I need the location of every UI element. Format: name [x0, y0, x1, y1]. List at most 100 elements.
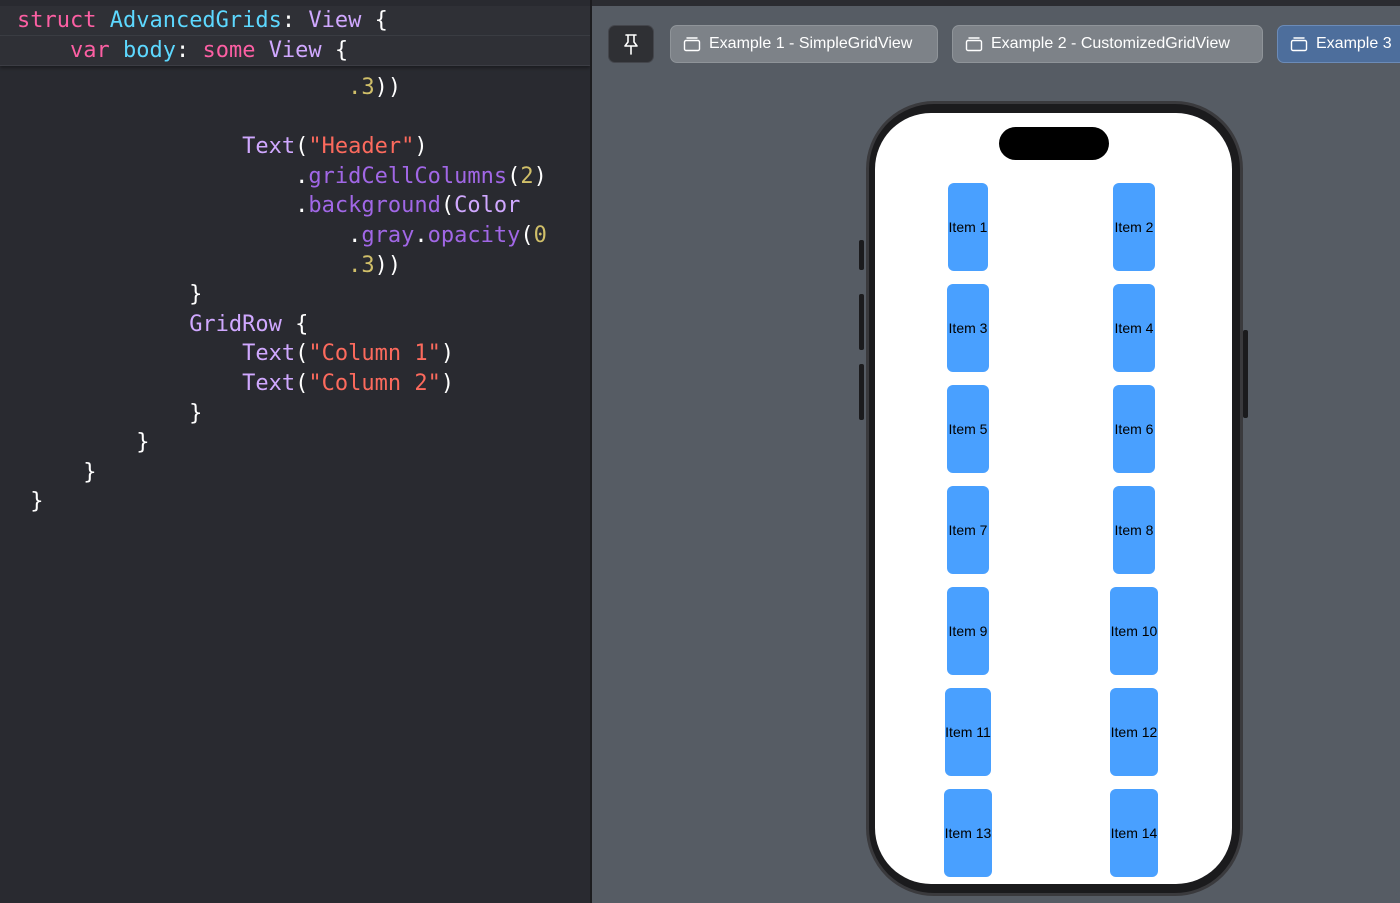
code-token: gridCellColumns: [308, 163, 508, 189]
code-token: 0: [533, 223, 547, 248]
code-token: View: [308, 8, 362, 33]
code-token: (: [507, 163, 521, 189]
grid-item-label: Item 2: [1114, 219, 1154, 235]
tab-example-3[interactable]: Example 3: [1277, 25, 1400, 63]
code-token: Text: [242, 341, 296, 367]
grid-item-label: Item 4: [1114, 320, 1154, 336]
code-token: struct: [17, 8, 110, 33]
code-line[interactable]: }: [17, 458, 96, 488]
code-token: (: [295, 371, 309, 396]
code-token: .: [295, 193, 309, 219]
code-token: "Header": [308, 134, 415, 160]
code-token: View: [268, 38, 322, 63]
code-token: Text: [242, 134, 296, 160]
tab-example-2[interactable]: Example 2 - CustomizedGridView: [952, 25, 1263, 63]
phone-volume-up-button: [859, 294, 864, 350]
code-line[interactable]: .3)): [17, 73, 401, 103]
code-token: (: [520, 223, 534, 248]
phone-screen[interactable]: Item 1 Item 2 Item 3 Item 4 Item 5 Item 6 Item…: [875, 113, 1232, 884]
phone-power-button: [1243, 330, 1248, 418]
code-token: {: [361, 8, 388, 33]
code-line[interactable]: Text("Header"): [17, 132, 428, 162]
code-token: "Column 1": [308, 341, 441, 367]
code-token: :: [175, 38, 203, 63]
code-line[interactable]: .3)): [17, 251, 401, 281]
code-line[interactable]: }: [17, 399, 202, 429]
canvas-top-bar: [592, 0, 1400, 6]
grid-item-label: Item 5: [948, 421, 988, 437]
dynamic-island: [999, 127, 1109, 160]
grid-item-label: Item 11: [945, 724, 991, 740]
sticky-header-body[interactable]: var body: some View {: [0, 36, 590, 66]
code-token: gray: [361, 223, 415, 248]
code-line[interactable]: struct AdvancedGrids: View {: [17, 6, 388, 36]
code-token: ): [440, 371, 455, 396]
grid-item: Item 12: [1110, 688, 1158, 776]
code-token: :: [281, 8, 309, 33]
grid-item: Item 8: [1113, 486, 1155, 574]
code-token: )): [374, 252, 402, 278]
code-token: .3: [348, 75, 375, 100]
code-line[interactable]: var body: some View {: [17, 36, 348, 66]
code-token: var: [69, 38, 123, 63]
code-line[interactable]: }: [17, 428, 149, 458]
code-token: body: [122, 38, 176, 63]
grid-item: Item 2: [1113, 183, 1155, 271]
phone-action-button: [859, 240, 864, 270]
grid-item: Item 3: [947, 284, 989, 372]
grid-item-label: Item 1: [948, 219, 988, 235]
code-token: 2: [520, 163, 534, 189]
code-line[interactable]: }: [17, 280, 202, 310]
code-line[interactable]: .background(Color: [17, 191, 520, 221]
code-line[interactable]: GridRow {: [17, 310, 308, 340]
code-token: ): [533, 163, 547, 189]
code-token: .: [414, 223, 428, 248]
grid-item-label: Item 7: [948, 522, 988, 538]
code-line[interactable]: .gray.opacity(0: [17, 221, 547, 251]
code-token: .: [295, 163, 309, 189]
tab-label: Example 3: [1316, 35, 1392, 52]
code-token: .: [348, 223, 362, 248]
grid-item-label: Item 9: [948, 623, 988, 639]
grid-item: Item 10: [1110, 587, 1158, 675]
code-line[interactable]: }: [17, 487, 44, 517]
code-line[interactable]: Text("Column 2"): [17, 369, 454, 399]
grid-item: Item 1: [948, 183, 988, 271]
grid-item: Item 9: [947, 587, 989, 675]
pin-preview-button[interactable]: [608, 25, 654, 63]
grid-item-label: Item 12: [1110, 724, 1158, 740]
code-token: }: [17, 459, 97, 485]
code-token: some: [202, 38, 269, 63]
code-token: }: [17, 489, 44, 515]
code-token: )): [374, 75, 402, 100]
code-token: (: [295, 341, 309, 367]
tab-example-1[interactable]: Example 1 - SimpleGridView: [670, 25, 938, 63]
code-line[interactable]: Text("Column 1"): [17, 339, 454, 369]
code-token: {: [281, 311, 309, 337]
code-token: ): [414, 134, 428, 160]
grid-item-label: Item 10: [1110, 623, 1158, 639]
code-token: Text: [242, 371, 296, 396]
tab-label: Example 2 - CustomizedGridView: [991, 35, 1230, 52]
grid-item: Item 7: [947, 486, 989, 574]
preview-canvas: Example 1 - SimpleGridView Example 2 - C…: [592, 0, 1400, 903]
grid-item: Item 14: [1110, 789, 1158, 877]
sticky-header-struct[interactable]: struct AdvancedGrids: View {: [0, 6, 590, 36]
code-token: }: [17, 430, 150, 456]
tab-label: Example 1 - SimpleGridView: [709, 35, 913, 52]
code-token: (: [295, 134, 309, 160]
code-editor[interactable]: struct AdvancedGrids: View { var body: s…: [0, 0, 590, 903]
grid-item-label: Item 14: [1110, 825, 1158, 841]
grid-item-label: Item 8: [1114, 522, 1154, 538]
phone-volume-down-button: [859, 364, 864, 420]
code-line[interactable]: .gridCellColumns(2): [17, 162, 547, 192]
grid-item-label: Item 3: [948, 320, 988, 336]
